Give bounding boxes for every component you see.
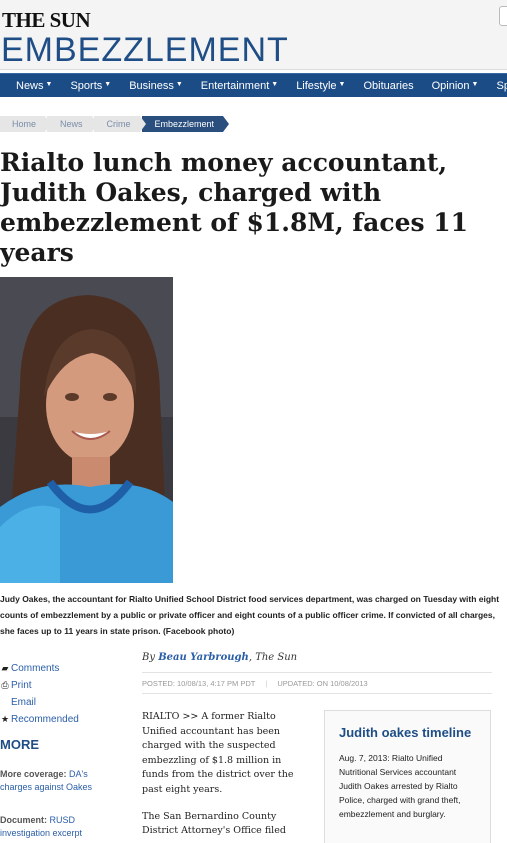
meta-divider: | <box>265 679 268 688</box>
more-label: More coverage: <box>0 769 67 779</box>
nav-item-obituaries[interactable]: Obituaries <box>354 74 422 97</box>
print-link[interactable]: ⎙ Print <box>0 677 120 694</box>
byline-comma: , <box>248 652 252 663</box>
nav-item-lifestyle[interactable]: Lifestyle ▼ <box>287 74 354 97</box>
comment-icon: ▰ <box>1 663 9 673</box>
breadcrumb-crime[interactable]: Crime <box>93 116 146 132</box>
more-label: Document: <box>0 815 47 825</box>
tool-label: Comments <box>11 663 60 674</box>
nav-item-business[interactable]: Business ▼ <box>120 74 192 97</box>
nav-item-special[interactable]: Spe <box>487 74 507 97</box>
caret-down-icon: ▼ <box>471 81 479 88</box>
nav-label: Spe <box>496 79 507 92</box>
updated-date: UPDATED: ON 10/08/2013 <box>277 679 368 688</box>
nav-item-entertainment[interactable]: Entertainment ▼ <box>192 74 287 97</box>
timeline-sidebar: Judith oakes timeline Aug. 7, 2013: Rial… <box>324 710 491 843</box>
posted-date: POSTED: 10/08/13, 4:17 PM PDT <box>142 679 256 688</box>
article-body: RIALTO >> A former Rialto Unified accoun… <box>142 710 310 843</box>
star-icon: ★ <box>0 714 10 724</box>
comments-link[interactable]: ▰ Comments <box>0 660 120 677</box>
caret-down-icon: ▼ <box>271 81 279 88</box>
caret-down-icon: ▼ <box>175 81 183 88</box>
author-link[interactable]: Beau Yarbrough <box>158 652 249 663</box>
timeline-title: Judith oakes timeline <box>339 725 472 740</box>
timeline-entry: Aug. 7, 2013: Rialto Unified Nutritional… <box>339 753 461 819</box>
article-tools: ▰ Comments ⎙ Print Email ★ Recommended <box>0 660 120 728</box>
site-logo[interactable]: THE SUN <box>2 8 91 33</box>
section-title: EMBEZZLEMENT <box>1 31 289 69</box>
breadcrumb-news[interactable]: News <box>47 116 97 132</box>
more-heading: MORE <box>0 737 39 752</box>
nav-item-opinion[interactable]: Opinion ▼ <box>423 74 488 97</box>
breadcrumb-embezzlement[interactable]: Embezzlement <box>141 116 229 132</box>
nav-label: Sports <box>70 79 103 92</box>
caret-down-icon: ▼ <box>104 81 112 88</box>
print-icon: ⎙ <box>1 680 9 690</box>
photo-caption: Judy Oakes, the accountant for Rialto Un… <box>0 594 500 636</box>
nav-label: Obituaries <box>363 79 414 92</box>
tool-label: Email <box>11 697 37 708</box>
masthead: THE SUN EMBEZZLEMENT <box>0 0 507 70</box>
tool-label: Recommended <box>11 714 79 725</box>
caret-down-icon: ▼ <box>338 81 346 88</box>
article-paragraph: The San Bernardino County District Attor… <box>142 810 286 837</box>
nav-label: News <box>16 79 44 92</box>
nav-label: Lifestyle <box>296 79 337 92</box>
article-paragraph: RIALTO >> A former Rialto Unified accoun… <box>142 711 294 795</box>
main-nav: News ▼ Sports ▼ Business ▼ Entertainment ▼ L… <box>0 73 507 97</box>
portrait-image <box>0 277 173 583</box>
article-meta: POSTED: 10/08/13, 4:17 PM PDT | UPDATED: O… <box>142 672 492 694</box>
more-coverage-item: More coverage: DA's charges against Oake… <box>0 768 120 794</box>
nav-item-sports[interactable]: Sports ▼ <box>61 74 120 97</box>
breadcrumb-home[interactable]: Home <box>0 116 52 132</box>
recommended-link[interactable]: ★ Recommended <box>0 711 120 728</box>
search-box-edge[interactable] <box>499 6 507 26</box>
breadcrumb: Home News Crime Embezzlement <box>0 116 229 132</box>
nav-label: Entertainment <box>200 79 270 92</box>
nav-item-news[interactable]: News ▼ <box>0 74 61 97</box>
publication-name: The Sun <box>255 652 298 663</box>
byline-prefix: By <box>142 652 155 663</box>
byline: By Beau Yarbrough, The Sun <box>142 652 297 663</box>
nav-label: Business <box>129 79 174 92</box>
article-photo <box>0 277 173 583</box>
email-link[interactable]: Email <box>0 694 120 711</box>
tool-label: Print <box>11 680 32 691</box>
document-item: Document: RUSD investigation excerpt <box>0 814 120 840</box>
nav-label: Opinion <box>431 79 470 92</box>
article-headline: Rialto lunch money accountant, Judith Oa… <box>0 148 469 267</box>
caret-down-icon: ▼ <box>45 81 53 88</box>
